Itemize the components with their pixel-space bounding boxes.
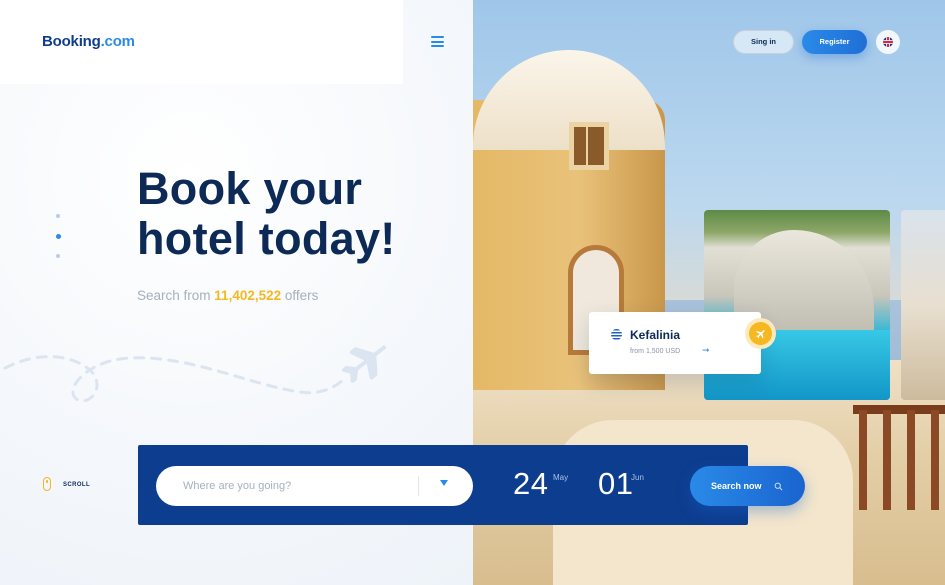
flight-path-decoration [3, 344, 387, 403]
greece-flag-icon [611, 329, 622, 340]
headline-line-1: Book your [137, 163, 363, 214]
subline-suffix: offers [284, 288, 319, 303]
uk-flag-icon [883, 37, 893, 47]
flight-button[interactable] [745, 318, 776, 349]
language-selector[interactable] [876, 30, 900, 54]
destination-card[interactable]: Kefalinia from 1,500 USD ➞ [589, 312, 761, 374]
register-button[interactable]: Register [802, 30, 867, 54]
search-button-label: Search now [711, 481, 762, 491]
offers-count: 11,402,522 [214, 288, 282, 303]
logo[interactable]: Booking.com [42, 33, 135, 50]
checkin-date[interactable]: 24 May [513, 466, 568, 502]
airplane-icon [755, 329, 765, 339]
arrow-right-icon[interactable]: ➞ [702, 345, 710, 356]
logo-tld: .com [100, 33, 135, 50]
signin-button[interactable]: Sing in [733, 30, 794, 54]
hero-headline: Book your hotel today! [137, 164, 396, 264]
destination-name: Kefalinia [630, 328, 681, 342]
slide-dot[interactable] [56, 214, 60, 218]
hero-subline: Search from 11,402,522 offers [137, 288, 318, 303]
checkin-month: May [553, 473, 569, 482]
destination-image-card-next[interactable] [901, 210, 945, 400]
search-now-button[interactable]: Search now [690, 466, 805, 506]
chevron-down-icon[interactable] [440, 480, 448, 486]
slide-dot-active[interactable] [55, 234, 61, 239]
subline-prefix: Search from [137, 288, 211, 303]
hamburger-menu-icon[interactable] [431, 36, 444, 47]
scroll-label: SCROLL [63, 482, 91, 488]
search-icon [774, 482, 782, 490]
destination-field [156, 466, 473, 506]
checkin-day: 24 [513, 466, 549, 501]
field-divider [418, 476, 419, 496]
headline-line-2: hotel today! [137, 213, 396, 264]
destination-price: from 1,500 USD [630, 348, 681, 355]
header-bar: Booking.com [0, 0, 444, 84]
checkout-date[interactable]: 01 Jun [598, 466, 644, 502]
checkout-month: Jun [631, 473, 644, 482]
slide-dot[interactable] [56, 254, 60, 258]
destination-input[interactable] [183, 466, 413, 506]
slide-indicator [55, 212, 61, 262]
checkout-day: 01 [598, 466, 634, 501]
logo-name: Booking [42, 33, 101, 50]
mouse-icon [43, 477, 51, 491]
airplane-icon [341, 344, 387, 383]
